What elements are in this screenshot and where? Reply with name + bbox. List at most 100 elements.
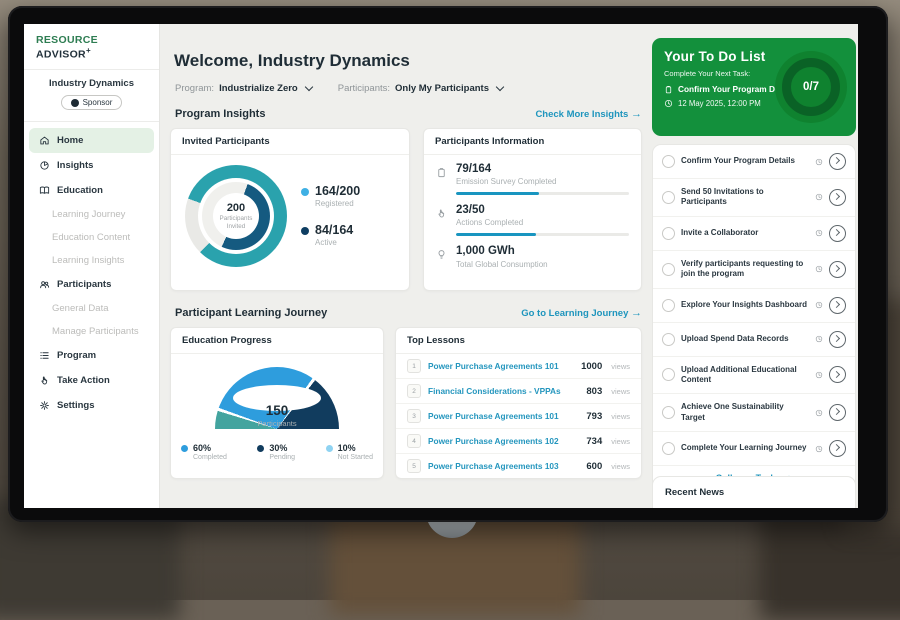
clock-icon (815, 265, 823, 273)
todo-item-explore-insights[interactable]: Explore Your Insights Dashboard (653, 289, 855, 323)
lesson-link[interactable]: Financial Considerations - VPPAs (428, 386, 579, 396)
recent-news-title: Recent News (665, 487, 843, 498)
rank-badge: 3 (407, 409, 421, 423)
invited-participants-card: Invited Participants 200 Participants In… (170, 128, 410, 291)
todo-item-label: Achieve One Sustainability Target (681, 402, 809, 423)
todo-item-upload-educational-content[interactable]: Upload Additional Educational Content (653, 357, 855, 395)
page-title: Welcome, Industry Dynamics (174, 51, 410, 71)
clock-icon (664, 99, 673, 108)
lesson-link[interactable]: Power Purchase Agreements 103 (428, 461, 579, 471)
clipboard-icon (436, 167, 447, 178)
card-title: Invited Participants (171, 129, 409, 155)
todo-item-achieve-target[interactable]: Achieve One Sustainability Target (653, 394, 855, 432)
program-dropdown[interactable]: Program: Industrialize Zero (175, 83, 312, 94)
sidebar-item-learning-insights[interactable]: Learning Insights (24, 249, 159, 272)
checkbox-icon[interactable] (662, 227, 675, 240)
legend-label: Not Started (338, 454, 373, 461)
legend-registered: 164/200 Registered (301, 185, 360, 208)
sidebar-item-learning-journey[interactable]: Learning Journey (24, 203, 159, 226)
stat-label: Actions Completed (456, 218, 523, 227)
clipboard-icon (664, 85, 673, 94)
views-count: 793 (586, 411, 602, 422)
lesson-row: 4 Power Purchase Agreements 102 734 view… (396, 429, 641, 454)
todo-item-label: Upload Spend Data Records (681, 334, 809, 344)
progress-fill (456, 192, 539, 195)
sidebar-item-education[interactable]: Education (29, 178, 154, 203)
sidebar-item-participants[interactable]: Participants (29, 272, 154, 297)
chevron-right-icon[interactable] (829, 331, 846, 348)
link-label: Go to Learning Journey (521, 308, 628, 319)
legend-not-started: 10% Not Started (326, 443, 373, 461)
clock-icon (815, 409, 823, 417)
learning-journey-header: Participant Learning Journey Go to Learn… (175, 307, 642, 319)
check-more-insights-link[interactable]: Check More Insights → (535, 108, 642, 120)
arrow-right-icon: → (631, 307, 642, 319)
todo-item-complete-learning-journey[interactable]: Complete Your Learning Journey (653, 432, 855, 466)
checkbox-icon[interactable] (662, 299, 675, 312)
clock-icon (815, 229, 823, 237)
chevron-right-icon[interactable] (829, 440, 846, 457)
chevron-right-icon[interactable] (829, 261, 846, 278)
program-filter-value: Industrialize Zero (219, 83, 298, 94)
sidebar-item-manage-participants[interactable]: Manage Participants (24, 320, 159, 343)
sidebar-item-home[interactable]: Home (29, 128, 154, 153)
app-logo: RESOURCE ADVISOR+ (24, 24, 159, 70)
link-label: Check More Insights (535, 109, 628, 120)
lesson-link[interactable]: Power Purchase Agreements 102 (428, 436, 579, 446)
checkbox-icon[interactable] (662, 368, 675, 381)
gauge-legend: 60% Completed 30% Pending 10% Not Starte… (181, 443, 373, 461)
lesson-row: 3 Power Purchase Agreements 101 793 view… (396, 404, 641, 429)
todo-item-label: Confirm Your Program Details (681, 156, 809, 166)
rank-badge: 5 (407, 459, 421, 473)
views-suffix: views (611, 412, 630, 421)
participants-filter-label: Participants: (338, 83, 390, 94)
sidebar-item-label: Learning Journey (52, 209, 125, 220)
participants-dropdown[interactable]: Participants: Only My Participants (338, 83, 503, 94)
lesson-link[interactable]: Power Purchase Agreements 101 (428, 361, 574, 371)
recent-news-card: Recent News (652, 476, 856, 508)
todo-item-verify-participants[interactable]: Verify participants requesting to join t… (653, 251, 855, 289)
sidebar-item-take-action[interactable]: Take Action (29, 368, 154, 393)
todo-item-label: Invite a Collaborator (681, 228, 809, 238)
checkbox-icon[interactable] (662, 333, 675, 346)
active-label: Active (315, 238, 353, 247)
people-icon (39, 279, 50, 290)
chevron-right-icon[interactable] (829, 366, 846, 383)
go-to-learning-journey-link[interactable]: Go to Learning Journey → (521, 307, 642, 319)
section-title: Program Insights (175, 108, 265, 120)
sponsor-badge[interactable]: Sponsor (61, 95, 123, 110)
active-value: 84/164 (315, 224, 353, 238)
chevron-right-icon[interactable] (829, 404, 846, 421)
chevron-right-icon[interactable] (829, 297, 846, 314)
chevron-right-icon[interactable] (829, 153, 846, 170)
todo-item-confirm-program[interactable]: Confirm Your Program Details (653, 145, 855, 179)
todo-item-send-invitations[interactable]: Send 50 Invitations to Participants (653, 179, 855, 217)
card-title: Top Lessons (396, 328, 641, 354)
stat-label: Emission Survey Completed (456, 177, 556, 186)
sidebar-item-education-content[interactable]: Education Content (24, 226, 159, 249)
checkbox-icon[interactable] (662, 191, 675, 204)
sidebar-nav: Home Insights Education Learning Journey… (24, 122, 159, 418)
sidebar-item-label: Learning Insights (52, 255, 124, 266)
hand-pointer-icon (39, 375, 50, 386)
legend-active: 84/164 Active (301, 224, 360, 247)
clock-icon (815, 193, 823, 201)
lesson-link[interactable]: Power Purchase Agreements 101 (428, 411, 579, 421)
sidebar-item-general-data[interactable]: General Data (24, 297, 159, 320)
sidebar-item-insights[interactable]: Insights (29, 153, 154, 178)
todo-item-upload-spend-data[interactable]: Upload Spend Data Records (653, 323, 855, 357)
checkbox-icon[interactable] (662, 406, 675, 419)
registered-value: 164/200 (315, 185, 360, 199)
rank-badge: 2 (407, 384, 421, 398)
sidebar-item-settings[interactable]: Settings (29, 393, 154, 418)
checkbox-icon[interactable] (662, 263, 675, 276)
chevron-right-icon[interactable] (829, 225, 846, 242)
chevron-right-icon[interactable] (829, 189, 846, 206)
todo-item-invite-collaborator[interactable]: Invite a Collaborator (653, 217, 855, 251)
logo-text-secondary: ADVISOR (36, 49, 86, 61)
card-title: Participants Information (424, 129, 641, 155)
checkbox-icon[interactable] (662, 155, 675, 168)
sidebar-item-program[interactable]: Program (29, 343, 154, 368)
checkbox-icon[interactable] (662, 442, 675, 455)
stat-actions-completed: 23/50 Actions Completed (424, 196, 641, 227)
